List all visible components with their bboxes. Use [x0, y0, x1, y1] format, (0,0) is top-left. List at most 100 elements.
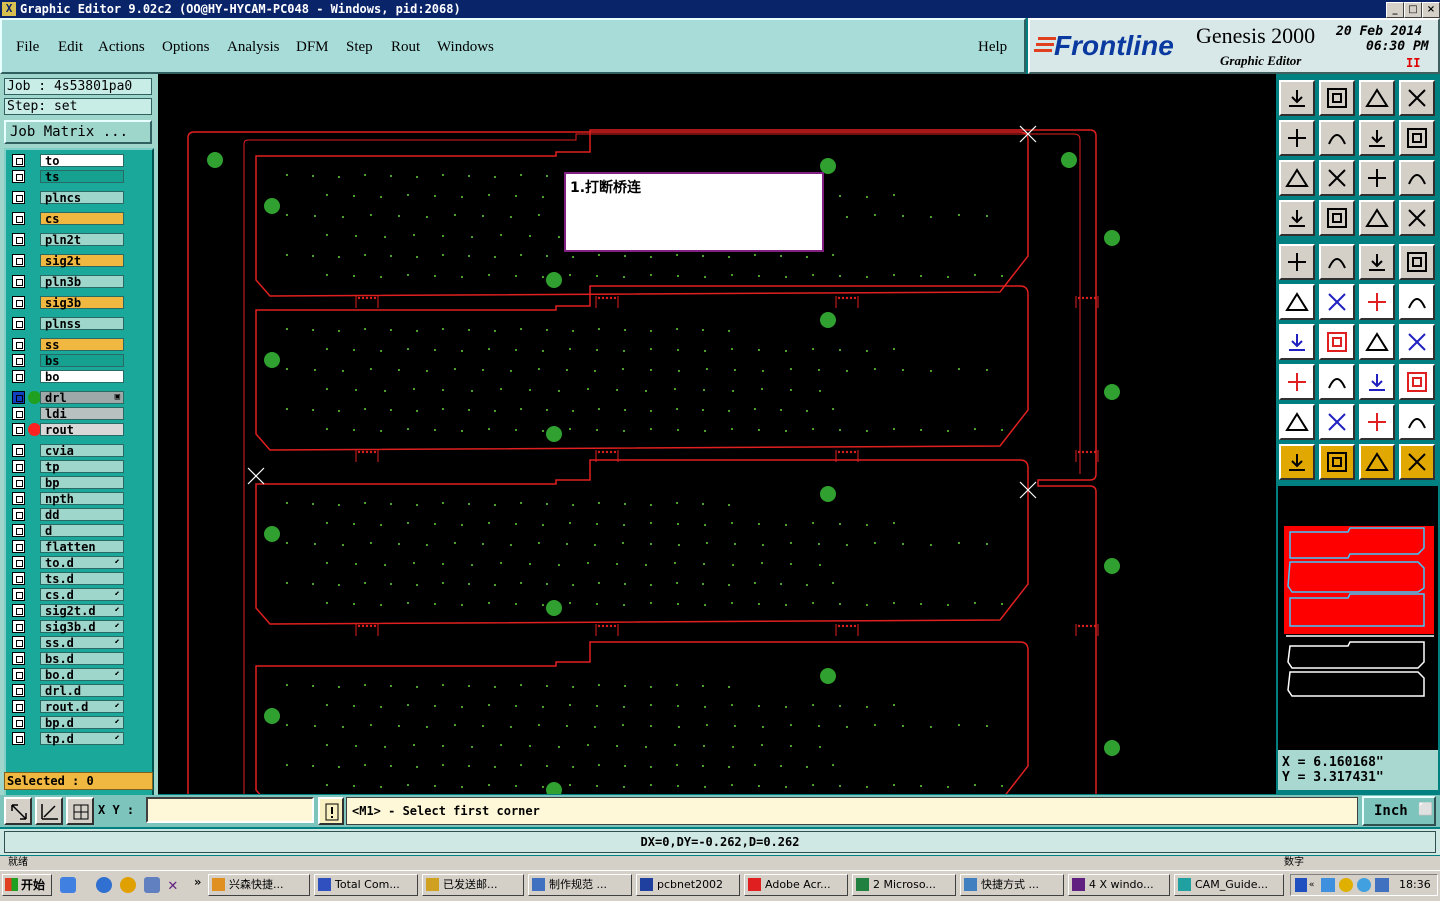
- tray-icon-2[interactable]: [1321, 878, 1335, 892]
- menu-edit[interactable]: Edit: [58, 39, 83, 56]
- connect-2-icon[interactable]: [1399, 284, 1435, 320]
- layer-name[interactable]: cs: [40, 212, 124, 226]
- layer-name[interactable]: plncs: [40, 191, 124, 205]
- layer-row-cs-d[interactable]: cs.d ⬋: [10, 588, 130, 602]
- layer-name[interactable]: bs: [40, 354, 124, 368]
- triangle-3-icon[interactable]: [1359, 404, 1395, 440]
- layer-row-npth[interactable]: npth: [10, 492, 130, 506]
- nodes-icon[interactable]: [1279, 284, 1315, 320]
- layer-row-ss-d[interactable]: ss.d ⬋: [10, 636, 130, 650]
- layer-row-bs-d[interactable]: bs.d: [10, 652, 130, 666]
- layer-name[interactable]: rout: [40, 423, 124, 437]
- menu-windows[interactable]: Windows: [437, 39, 494, 56]
- layer-checkbox[interactable]: [12, 212, 25, 225]
- layer-row-rout-d[interactable]: rout.d ⬋: [10, 700, 130, 714]
- tray-icon-1[interactable]: [1295, 878, 1307, 892]
- layer-name[interactable]: pln2t: [40, 233, 124, 247]
- overview-panel[interactable]: [1278, 486, 1438, 750]
- angle-icon[interactable]: [1279, 324, 1315, 360]
- layer-checkbox[interactable]: [12, 700, 25, 713]
- layer-checkbox[interactable]: [12, 254, 25, 267]
- layer-row-tp[interactable]: tp: [10, 460, 130, 474]
- layer-checkbox[interactable]: [12, 556, 25, 569]
- layer-row-drl[interactable]: drl ▣: [10, 391, 130, 405]
- tray-icon-5[interactable]: [1375, 878, 1389, 892]
- layer-checkbox[interactable]: [12, 588, 25, 601]
- x-app-icon[interactable]: ✕: [168, 875, 178, 894]
- pointer-3-icon[interactable]: [1359, 444, 1395, 480]
- right-panel-icon[interactable]: [1319, 120, 1355, 156]
- layer-checkbox[interactable]: [12, 275, 25, 288]
- layer-checkbox[interactable]: [12, 407, 25, 420]
- layer-checkbox[interactable]: [12, 423, 25, 436]
- left-panel-icon[interactable]: [1279, 120, 1315, 156]
- layer-checkbox[interactable]: [12, 732, 25, 745]
- swap-icon[interactable]: [1359, 120, 1395, 156]
- layer-row-ldi[interactable]: ldi: [10, 407, 130, 421]
- quicklaunch-icon[interactable]: [60, 877, 76, 893]
- minus-icon[interactable]: [1319, 364, 1355, 400]
- layer-row-to[interactable]: to: [10, 154, 130, 168]
- group-icon[interactable]: [1399, 364, 1435, 400]
- layer-name[interactable]: flatten: [40, 540, 124, 554]
- tray-icon-4[interactable]: [1357, 878, 1371, 892]
- layer-name[interactable]: npth: [40, 492, 124, 506]
- taskbar-item-4[interactable]: 制作规范 ...: [528, 874, 632, 896]
- menu-help[interactable]: Help: [978, 39, 1007, 56]
- layer-row-ts-d[interactable]: ts.d: [10, 572, 130, 586]
- layer-name[interactable]: to: [40, 154, 124, 168]
- layer-name[interactable]: bs.d: [40, 652, 124, 666]
- grid-icon[interactable]: [1319, 200, 1355, 236]
- layer-checkbox[interactable]: [12, 524, 25, 537]
- layer-name[interactable]: sig3b.d: [40, 620, 124, 634]
- taskbar-item-5[interactable]: pcbnet2002: [636, 874, 740, 896]
- taskbar-item-8[interactable]: 快捷方式 ...: [960, 874, 1064, 896]
- layer-name[interactable]: cs.d: [40, 588, 124, 602]
- layer-checkbox[interactable]: [12, 636, 25, 649]
- layer-checkbox[interactable]: [12, 444, 25, 457]
- layer-checkbox[interactable]: [12, 338, 25, 351]
- layer-row-tp-d[interactable]: tp.d ⬋: [10, 732, 130, 746]
- layout-icon[interactable]: [1399, 80, 1435, 116]
- layer-red-2-icon[interactable]: [1399, 200, 1435, 236]
- layer-checkbox[interactable]: [12, 604, 25, 617]
- layer-checkbox[interactable]: [12, 652, 25, 665]
- layer-checkbox[interactable]: [12, 476, 25, 489]
- layer-row-pln2t[interactable]: pln2t: [10, 233, 130, 247]
- layer-row-bs[interactable]: bs: [10, 354, 130, 368]
- xy-input[interactable]: [146, 797, 314, 823]
- minimize-button[interactable]: _: [1386, 2, 1404, 18]
- layer-row-ts[interactable]: ts: [10, 170, 130, 184]
- zoom-icon[interactable]: [1319, 160, 1355, 196]
- layer-checkbox[interactable]: [12, 492, 25, 505]
- triangle-4-icon[interactable]: [1399, 404, 1435, 440]
- net-icon[interactable]: [1399, 444, 1435, 480]
- layer-checkbox[interactable]: [12, 170, 25, 183]
- layer-row-drl-d[interactable]: drl.d: [10, 684, 130, 698]
- taskbar-item-3[interactable]: 已发送邮...: [422, 874, 524, 896]
- graphic-canvas[interactable]: 1.打断桥连: [158, 74, 1276, 818]
- layer-row-sig2t[interactable]: sig2t: [10, 254, 130, 268]
- layer-name[interactable]: drl.d: [40, 684, 124, 698]
- layer-checkbox[interactable]: [12, 716, 25, 729]
- layer-name[interactable]: dd: [40, 508, 124, 522]
- layer-name[interactable]: bp.d: [40, 716, 124, 730]
- layer-row-d[interactable]: d: [10, 524, 130, 538]
- app-icon-3[interactable]: [144, 877, 160, 893]
- pointer-icon[interactable]: [1279, 444, 1315, 480]
- layer-name[interactable]: bo.d: [40, 668, 124, 682]
- more-icon[interactable]: »: [194, 875, 201, 889]
- menu-step[interactable]: Step: [346, 39, 373, 56]
- connect-icon[interactable]: [1359, 284, 1395, 320]
- layer-row-cs[interactable]: cs: [10, 212, 130, 226]
- fit-icon[interactable]: [1279, 160, 1315, 196]
- layer-row-dd[interactable]: dd: [10, 508, 130, 522]
- job-matrix-button[interactable]: Job Matrix ...: [4, 120, 152, 144]
- menu-file[interactable]: File: [16, 39, 39, 56]
- layer-row-bo[interactable]: bo: [10, 370, 130, 384]
- triangle-icon[interactable]: [1279, 404, 1315, 440]
- layer-name[interactable]: plnss: [40, 317, 124, 331]
- layer-name[interactable]: bp: [40, 476, 124, 490]
- layer-name[interactable]: ldi: [40, 407, 124, 421]
- layer-row-to-d[interactable]: to.d ⬋: [10, 556, 130, 570]
